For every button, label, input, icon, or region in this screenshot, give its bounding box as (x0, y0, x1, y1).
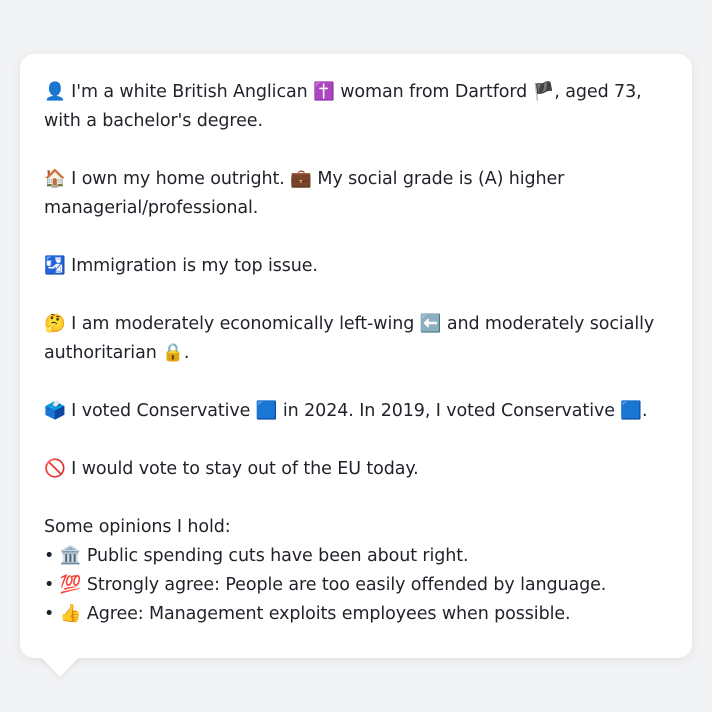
cross-icon: ✝️ (313, 82, 335, 102)
lock-icon: 🔒 (162, 343, 184, 363)
intro-text-a: I'm a white British Anglican (65, 82, 314, 102)
home-text-a: I own my home outright. (65, 169, 291, 189)
eu-text: I would vote to stay out of the EU today… (65, 459, 419, 479)
opinions-section: Some opinions I hold: • 🏛️ Public spendi… (44, 513, 668, 629)
opinion-text: Public spending cuts have been about rig… (81, 546, 469, 566)
issue-text: Immigration is my top issue. (65, 256, 318, 276)
ideology-paragraph: 🤔 I am moderately economically left-wing… (44, 310, 668, 368)
issue-paragraph: 🛂 Immigration is my top issue. (44, 252, 668, 281)
speech-bubble-tail (40, 656, 80, 677)
vote-text-c: . (642, 401, 648, 421)
prohibited-icon: 🚫 (44, 459, 66, 479)
bullet: • (44, 575, 60, 595)
list-item: • 👍 Agree: Management exploits employees… (44, 600, 668, 629)
england-flag-icon: 🏴 (532, 82, 555, 102)
thinking-face-icon: 🤔 (44, 314, 66, 334)
blue-square-icon: 🟦 (620, 401, 643, 421)
hundred-points-icon: 💯 (59, 575, 82, 595)
opinion-text: Agree: Management exploits employees whe… (81, 604, 571, 624)
opinions-heading: Some opinions I hold: (44, 517, 231, 537)
intro-paragraph: 👤 I'm a white British Anglican ✝️ woman … (44, 78, 668, 136)
left-arrow-icon: ⬅️ (419, 314, 442, 334)
house-icon: 🏠 (44, 169, 66, 189)
ideology-text-c: . (183, 343, 190, 363)
vote-paragraph: 🗳️ I voted Conservative 🟦 in 2024. In 20… (44, 397, 668, 426)
person-icon: 👤 (44, 82, 66, 102)
ideology-text-a: I am moderately economically left-wing (65, 314, 420, 334)
list-item: • 💯 Strongly agree: People are too easil… (44, 571, 668, 600)
bullet: • (44, 604, 60, 624)
opinion-text: Strongly agree: People are too easily of… (81, 575, 607, 595)
vote-text-b: in 2024. In 2019, I voted Conservative (277, 401, 621, 421)
persona-card: 👤 I'm a white British Anglican ✝️ woman … (20, 54, 692, 658)
passport-control-icon: 🛂 (44, 256, 66, 276)
classical-building-icon: 🏛️ (59, 546, 82, 566)
list-item: • 🏛️ Public spending cuts have been abou… (44, 542, 668, 571)
vote-text-a: I voted Conservative (65, 401, 256, 421)
thumbs-up-icon: 👍 (59, 604, 82, 624)
intro-text-b: woman from Dartford (334, 82, 533, 102)
briefcase-icon: 💼 (290, 169, 312, 189)
ballot-box-icon: 🗳️ (44, 401, 66, 421)
blue-square-icon: 🟦 (255, 401, 278, 421)
bullet: • (44, 546, 60, 566)
home-paragraph: 🏠 I own my home outright. 💼 My social gr… (44, 165, 668, 223)
eu-paragraph: 🚫 I would vote to stay out of the EU tod… (44, 455, 668, 484)
